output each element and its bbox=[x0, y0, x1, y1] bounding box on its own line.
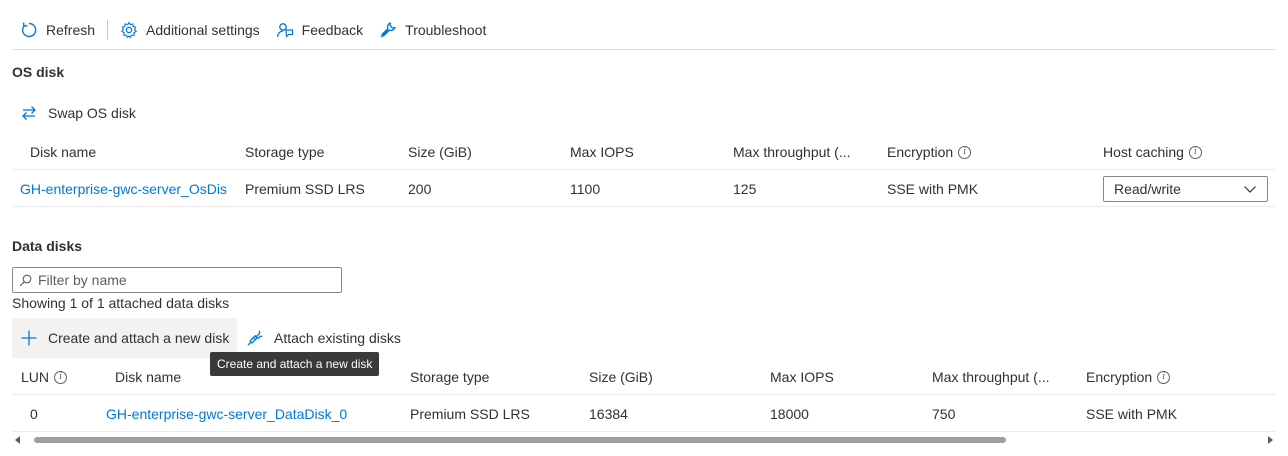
attach-existing-disks-label: Attach existing disks bbox=[274, 330, 401, 346]
swap-os-disk-button[interactable]: Swap OS disk bbox=[12, 95, 144, 131]
chevron-down-icon bbox=[1244, 186, 1256, 193]
swap-icon bbox=[22, 106, 36, 120]
os-disk-header-row: Disk name Storage type Size (GiB) Max IO… bbox=[12, 134, 1276, 170]
data-disk-max-iops: 18000 bbox=[770, 406, 809, 422]
data-disk-name-link[interactable]: GH-enterprise-gwc-server_DataDisk_0 bbox=[106, 406, 347, 422]
data-disk-size: 16384 bbox=[589, 406, 628, 422]
refresh-icon bbox=[21, 21, 37, 37]
scrollbar-thumb[interactable] bbox=[34, 437, 1006, 443]
data-disk-row: 0 GH-enterprise-gwc-server_DataDisk_0 Pr… bbox=[12, 396, 1276, 432]
host-caching-dropdown[interactable]: Read/write bbox=[1103, 176, 1268, 202]
col-max-throughput: Max throughput (... bbox=[733, 144, 851, 160]
col-encryption-label: Encryption bbox=[887, 144, 954, 160]
os-disk-storage-type: Premium SSD LRS bbox=[245, 181, 365, 197]
col-storage-type: Storage type bbox=[245, 144, 325, 160]
troubleshoot-button[interactable]: Troubleshoot bbox=[371, 14, 494, 46]
os-disk-max-iops: 1100 bbox=[570, 181, 601, 197]
scroll-right-arrow[interactable] bbox=[1264, 434, 1276, 446]
col-host-caching: Host caching i bbox=[1103, 134, 1202, 170]
info-icon[interactable]: i bbox=[1188, 145, 1202, 159]
col-host-caching-label: Host caching bbox=[1103, 144, 1184, 160]
data-disk-lun: 0 bbox=[30, 406, 38, 422]
search-icon bbox=[19, 274, 32, 286]
feedback-label: Feedback bbox=[301, 21, 364, 38]
data-disk-storage-type: Premium SSD LRS bbox=[410, 406, 530, 422]
col-encryption: Encryption i bbox=[887, 134, 972, 170]
filter-input[interactable] bbox=[38, 272, 328, 288]
data-disks-title: Data disks bbox=[12, 238, 83, 254]
create-attach-disk-label: Create and attach a new disk bbox=[48, 330, 230, 346]
col-max-iops: Max IOPS bbox=[770, 369, 834, 385]
feedback-button[interactable]: Feedback bbox=[268, 14, 371, 46]
col-lun: LUN i bbox=[21, 359, 68, 395]
toolbar-divider bbox=[107, 19, 109, 40]
refresh-button[interactable]: Refresh bbox=[12, 14, 103, 46]
data-disk-encryption: SSE with PMK bbox=[1086, 406, 1178, 422]
create-attach-disk-button[interactable]: Create and attach a new disk bbox=[12, 318, 238, 358]
data-disk-name-cell: GH-enterprise-gwc-server_DataDisk_0 bbox=[106, 396, 347, 432]
info-icon[interactable]: i bbox=[54, 370, 68, 384]
col-encryption: Encryption i bbox=[1086, 359, 1171, 395]
col-encryption-label: Encryption bbox=[1086, 369, 1153, 385]
os-disk-max-throughput: 125 bbox=[733, 181, 757, 197]
additional-settings-label: Additional settings bbox=[146, 21, 260, 38]
triangle-right-icon bbox=[1268, 436, 1273, 444]
os-disk-name-link[interactable]: GH-enterprise-gwc-server_OsDis bbox=[20, 181, 227, 197]
swap-os-disk-label: Swap OS disk bbox=[48, 105, 136, 121]
col-max-iops: Max IOPS bbox=[570, 144, 634, 160]
col-size: Size (GiB) bbox=[408, 144, 472, 160]
gear-icon bbox=[120, 20, 138, 38]
col-max-throughput: Max throughput (... bbox=[932, 369, 1050, 385]
scroll-left-arrow[interactable] bbox=[12, 434, 24, 446]
refresh-label: Refresh bbox=[46, 21, 96, 38]
col-disk-name: Disk name bbox=[115, 369, 182, 385]
col-disk-name: Disk name bbox=[30, 144, 97, 160]
create-disk-tooltip: Create and attach a new disk bbox=[210, 352, 380, 376]
data-disk-max-throughput: 750 bbox=[932, 406, 956, 422]
data-disks-header-row: LUN i Disk name Storage type Size (GiB) … bbox=[12, 359, 1276, 395]
attach-existing-disks-button[interactable]: Attach existing disks bbox=[238, 320, 409, 356]
wrench-icon bbox=[380, 21, 396, 37]
horizontal-scrollbar[interactable] bbox=[12, 434, 1276, 446]
plus-icon bbox=[21, 330, 37, 346]
col-size: Size (GiB) bbox=[589, 369, 653, 385]
showing-count-text: Showing 1 of 1 attached data disks bbox=[12, 295, 230, 311]
info-icon[interactable]: i bbox=[958, 145, 972, 159]
troubleshoot-label: Troubleshoot bbox=[405, 21, 487, 38]
os-disk-title: OS disk bbox=[12, 64, 65, 80]
filter-box bbox=[12, 267, 342, 293]
triangle-left-icon bbox=[15, 436, 20, 444]
os-disk-size: 200 bbox=[408, 181, 432, 197]
additional-settings-button[interactable]: Additional settings bbox=[112, 14, 268, 46]
plug-icon bbox=[247, 330, 263, 346]
col-lun-label: LUN bbox=[21, 369, 50, 385]
os-disk-name-cell: GH-enterprise-gwc-server_OsDis bbox=[20, 171, 235, 207]
os-disk-encryption: SSE with PMK bbox=[887, 181, 979, 197]
host-caching-value: Read/write bbox=[1114, 181, 1181, 197]
info-icon[interactable]: i bbox=[1157, 370, 1171, 384]
os-disk-row: GH-enterprise-gwc-server_OsDis Premium S… bbox=[12, 171, 1276, 207]
feedback-icon bbox=[276, 22, 293, 38]
col-storage-type: Storage type bbox=[410, 369, 490, 385]
scrollbar-track[interactable] bbox=[24, 434, 1264, 446]
command-bar: Refresh Additional settings Feedback Tro… bbox=[12, 10, 1276, 50]
